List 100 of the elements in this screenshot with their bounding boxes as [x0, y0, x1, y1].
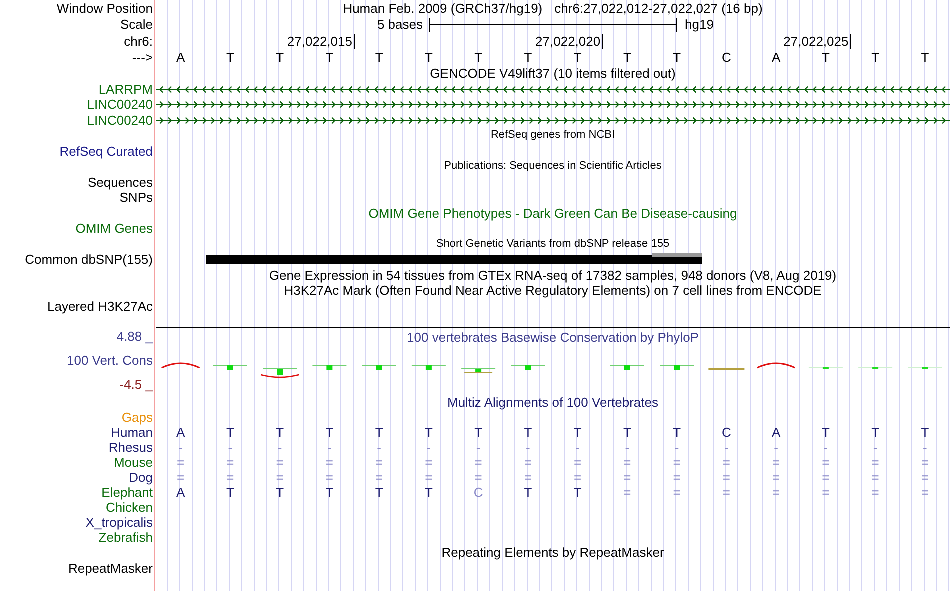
- alignment-base: =: [523, 455, 533, 470]
- alignment-base: =: [424, 470, 434, 485]
- species-label: Mouse: [112, 455, 154, 470]
- alignment-base: =: [722, 455, 732, 470]
- species-label: Gaps: [120, 410, 154, 425]
- row-label: chr6:: [123, 34, 154, 49]
- alignment-base: -: [426, 440, 432, 455]
- track-title: Short Genetic Variants from dbSNP release 155: [436, 236, 670, 252]
- gene-label[interactable]: LINC00240: [0, 97, 156, 112]
- alignment-base: =: [424, 455, 434, 470]
- alignment-base: T: [225, 425, 236, 440]
- alignment-base: =: [722, 470, 732, 485]
- alignment-base: T: [474, 425, 484, 440]
- alignment-base: =: [672, 455, 682, 470]
- alignment-base: =: [870, 455, 880, 470]
- track-label: OMIM Genes: [74, 221, 154, 236]
- alignment-base: C: [720, 425, 732, 440]
- scale-label: 5 bases: [376, 17, 424, 32]
- alignment-base: =: [622, 485, 632, 500]
- track-title: Repeating Elements by RepeatMasker: [442, 545, 664, 560]
- alignment-base: =: [275, 470, 285, 485]
- alignment-base: -: [525, 440, 532, 455]
- alignment-base: A: [175, 425, 186, 440]
- alignment-base: =: [324, 455, 334, 470]
- track-title: H3K27Ac Mark (Often Found Near Active Regulatory Elements) on 7 cell lines from ENCODE: [284, 283, 822, 298]
- alignment-base: =: [821, 470, 831, 485]
- track-title: Publications: Sequences in Scientific Articles: [444, 159, 662, 174]
- base-letter: T: [225, 50, 236, 66]
- alignment-base: A: [770, 425, 782, 440]
- alignment-base: =: [821, 455, 831, 470]
- alignment-base: =: [722, 485, 732, 500]
- track-title: RefSeq genes from NCBI: [490, 128, 616, 144]
- species-label: Chicken: [105, 500, 154, 515]
- track-label: Common dbSNP(155): [24, 252, 154, 268]
- alignment-base: -: [376, 440, 382, 455]
- alignment-base: =: [920, 470, 930, 485]
- track-label: SNPs: [118, 190, 154, 206]
- alignment-base: =: [870, 485, 880, 500]
- assembly-label: hg19: [684, 17, 715, 32]
- alignment-base: T: [275, 485, 286, 500]
- alignment-base: T: [275, 425, 286, 440]
- coordinate-label: 27,022,025: [784, 34, 851, 49]
- alignment-base: T: [424, 425, 434, 440]
- alignment-base: A: [175, 485, 186, 500]
- track-title: Multiz Alignments of 100 Vertebrates: [447, 394, 658, 410]
- alignment-base: T: [523, 425, 534, 440]
- alignment-base: =: [672, 470, 682, 485]
- track-title: GENCODE V49lift37 (10 items filtered out): [430, 66, 676, 82]
- alignment-base: =: [772, 485, 782, 500]
- species-label: Dog: [128, 470, 154, 485]
- alignment-base: -: [227, 440, 234, 455]
- base-letter: T: [672, 50, 682, 66]
- alignment-base: =: [374, 470, 384, 485]
- species-label: Rhesus: [108, 440, 154, 455]
- alignment-base: -: [178, 440, 184, 455]
- alignment-base: =: [870, 470, 880, 485]
- alignment-base: -: [773, 440, 780, 455]
- alignment-base: =: [573, 470, 583, 485]
- species-label: Zebrafish: [98, 530, 154, 545]
- species-label: Human: [110, 425, 154, 440]
- track-label: Layered H3K27Ac: [46, 298, 154, 314]
- strand-label: --->: [131, 50, 154, 66]
- alignment-base: -: [922, 440, 928, 455]
- base-letter: T: [424, 50, 434, 66]
- base-letter: C: [720, 50, 732, 66]
- alignment-base: =: [275, 455, 285, 470]
- alignment-base: =: [176, 470, 186, 485]
- alignment-base: =: [772, 455, 782, 470]
- gene-label[interactable]: LARRPM: [0, 82, 156, 97]
- coordinate-label: 27,022,015: [287, 34, 354, 49]
- alignment-base: =: [622, 470, 632, 485]
- assembly-title: Human Feb. 2009 (GRCh37/hg19): [343, 0, 543, 16]
- alignment-base: =: [821, 485, 831, 500]
- alignment-base: C: [472, 485, 484, 500]
- base-letter: A: [770, 50, 782, 66]
- axis-min-label: -4.5 _: [120, 376, 153, 392]
- alignment-base: T: [870, 425, 881, 440]
- axis-max-label: 4.88 _: [116, 328, 153, 344]
- alignment-base: -: [574, 440, 581, 455]
- alignment-base: T: [424, 485, 434, 500]
- gene-label[interactable]: LINC00240: [0, 112, 156, 128]
- track-label: RefSeq Curated: [58, 144, 154, 159]
- species-label: Elephant: [100, 485, 154, 500]
- alignment-base: -: [724, 440, 730, 455]
- alignment-base: T: [672, 425, 682, 440]
- alignment-base: =: [226, 455, 236, 470]
- base-letter: T: [572, 50, 583, 66]
- track-title: OMIM Gene Phenotypes - Dark Green Can Be Disease-causing: [368, 206, 738, 221]
- alignment-base: T: [920, 425, 930, 440]
- alignment-base: =: [573, 455, 583, 470]
- base-letter: T: [870, 50, 881, 66]
- track-label: RepeatMasker: [67, 560, 154, 576]
- alignment-base: T: [374, 425, 384, 440]
- alignment-base: =: [772, 470, 782, 485]
- base-letter: A: [175, 50, 186, 66]
- track-title: Gene Expression in 54 tissues from GTEx RNA-seq of 17382 samples, 948 donors (V8, Aug 2019): [269, 268, 837, 283]
- alignment-base: =: [226, 470, 236, 485]
- row-label: Window Position: [56, 0, 154, 16]
- base-letter: T: [374, 50, 384, 66]
- alignment-base: -: [822, 440, 830, 455]
